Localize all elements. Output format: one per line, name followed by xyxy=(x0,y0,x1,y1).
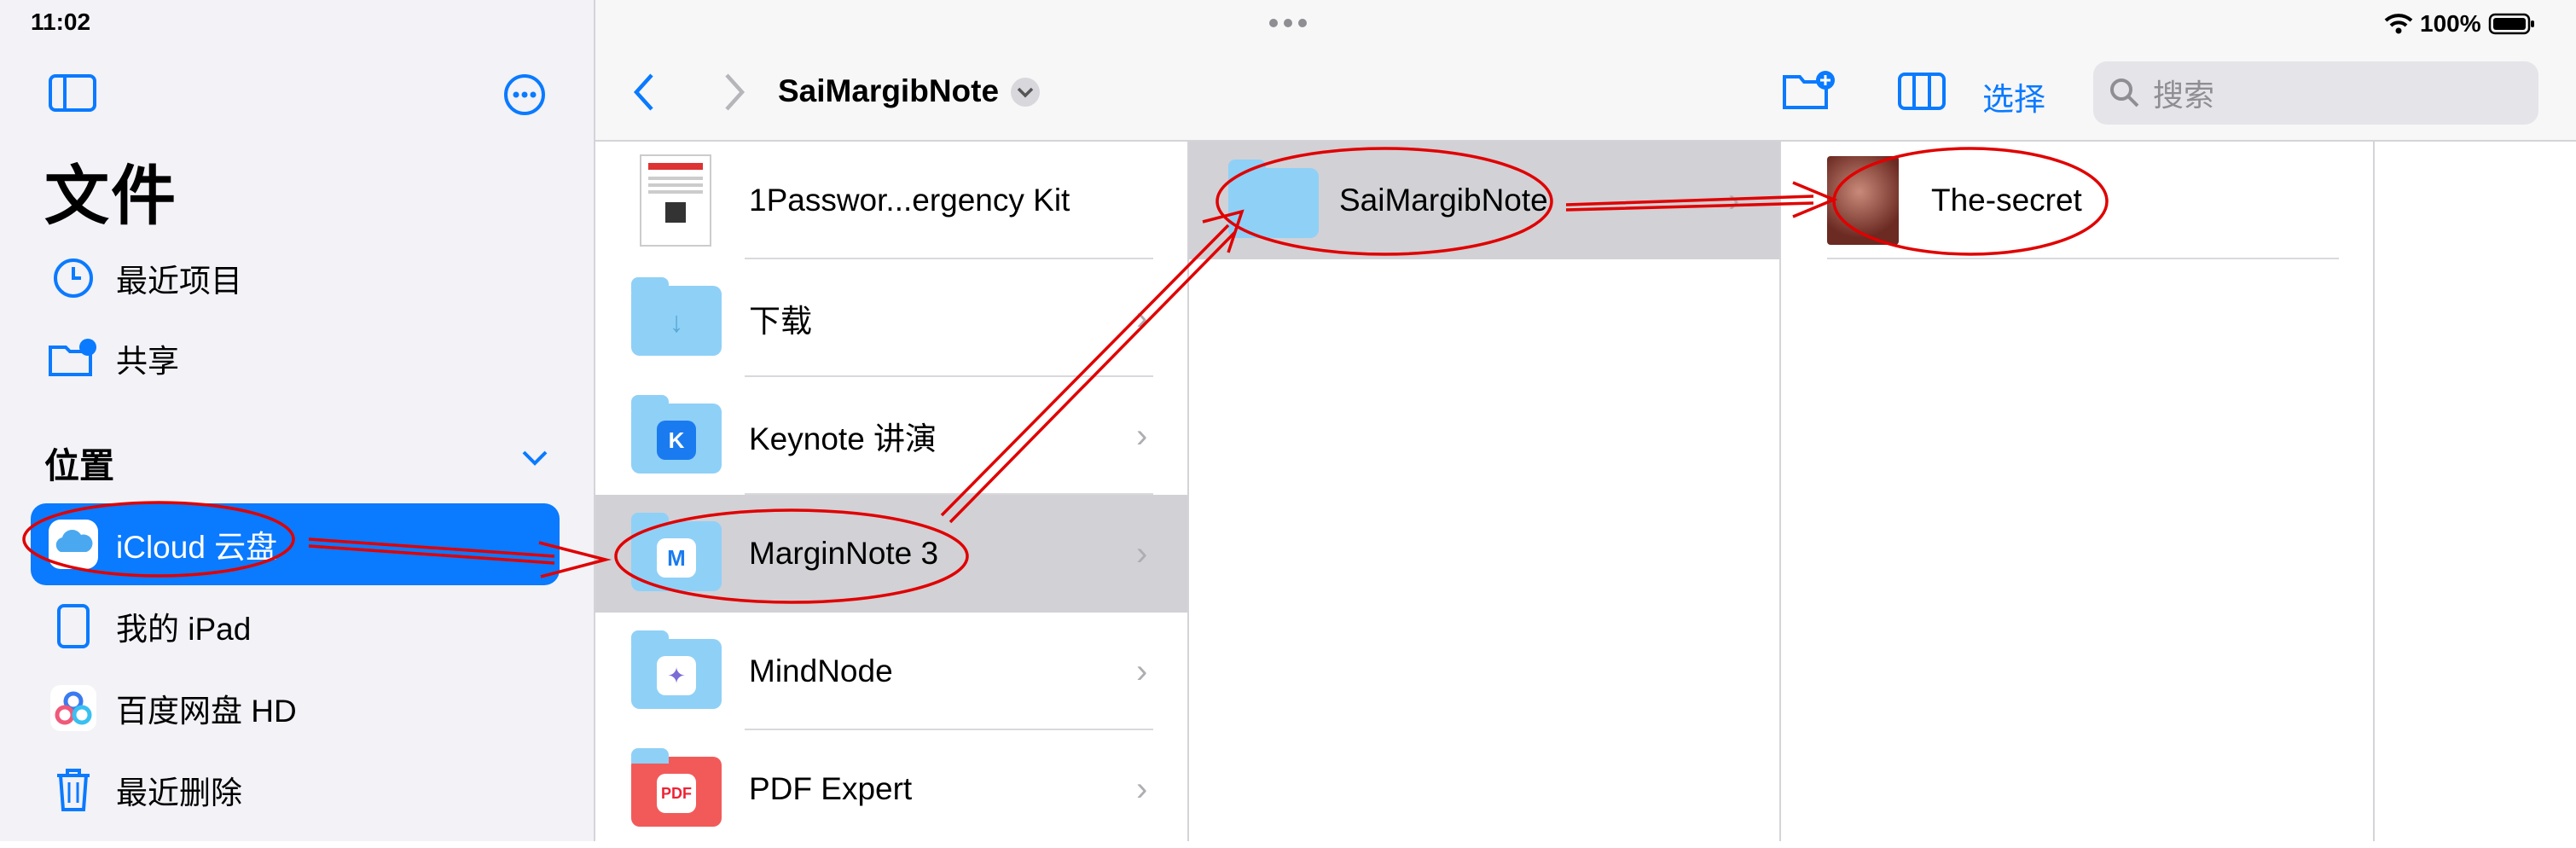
select-button[interactable]: 选择 xyxy=(1982,73,2045,119)
folder-name: MindNode xyxy=(749,653,893,688)
folder-name: Keynote 讲演 xyxy=(749,421,937,456)
clock-icon xyxy=(31,257,116,299)
sidebar-item-label: 共享 xyxy=(116,344,179,379)
sidebar-item-shared[interactable]: 共享 xyxy=(31,317,560,399)
ipad-icon xyxy=(31,603,116,649)
chevron-right-icon: › xyxy=(1136,534,1148,572)
chevron-down-icon[interactable] xyxy=(520,447,549,472)
sidebar-item-recently-deleted[interactable]: 最近删除 xyxy=(31,749,560,831)
battery-icon xyxy=(2488,13,2534,35)
browser-column-2: SaiMargibNote › xyxy=(1189,142,1781,841)
sidebar-item-label: 最近项目 xyxy=(116,264,242,299)
sidebar-item-label: iCloud 云盘 xyxy=(116,530,278,565)
status-time: 11:02 xyxy=(31,9,91,35)
file-row-the-secret[interactable]: The-secret xyxy=(1781,142,2373,259)
chevron-right-icon: › xyxy=(1136,770,1148,808)
more-options-icon[interactable] xyxy=(503,73,546,120)
sidebar-item-label: 我的 iPad xyxy=(116,612,252,647)
keynote-app-icon: K xyxy=(657,421,696,460)
folder-name: 下载 xyxy=(749,304,812,339)
folder-icon xyxy=(1228,160,1322,240)
sidebar-toggle-icon[interactable] xyxy=(48,73,97,117)
folder-icon: PDF xyxy=(631,748,725,828)
folder-icon: K xyxy=(631,395,725,475)
search-field[interactable]: 搜索 xyxy=(2093,61,2538,125)
sidebar-item-label: 百度网盘 HD xyxy=(116,694,297,729)
chevron-right-icon: › xyxy=(1728,181,1740,219)
status-icons: 100% xyxy=(2384,10,2536,38)
sidebar-item-label: 最近删除 xyxy=(116,775,242,810)
column-view-icon[interactable] xyxy=(1897,72,1947,115)
folder-row-downloads[interactable]: ↓ 下载 › xyxy=(595,259,1187,377)
row-divider xyxy=(1827,258,2339,259)
search-icon xyxy=(2110,78,2139,107)
sidebar-item-recents[interactable]: 最近项目 xyxy=(31,237,560,319)
download-arrow-icon: ↓ xyxy=(669,305,684,339)
trash-icon xyxy=(31,767,116,813)
folder-title[interactable]: SaiMargibNote xyxy=(778,73,999,109)
folder-icon: ↓ xyxy=(631,277,725,357)
toolbar: 100% SaiMargibNote 选择 搜索 xyxy=(595,0,2576,142)
file-name: 1Passwor...ergency Kit xyxy=(749,183,1070,218)
folder-icon: ✦ xyxy=(631,630,725,711)
sidebar-item-icloud[interactable]: iCloud 云盘 xyxy=(31,503,560,585)
marginnote-app-icon: M xyxy=(657,538,696,578)
file-row-1password[interactable]: 1Passwor...ergency Kit xyxy=(595,142,1187,259)
sidebar: 11:02 文件 最近项目 共享 位置 iCloud 云盘 我的 iPad 百度… xyxy=(0,0,595,841)
folder-row-saimargibnote[interactable]: SaiMargibNote › xyxy=(1189,142,1779,259)
sidebar-item-my-ipad[interactable]: 我的 iPad xyxy=(31,585,560,667)
folder-name: MarginNote 3 xyxy=(749,536,939,571)
folder-row-pdf-expert[interactable]: PDF PDF Expert › xyxy=(595,730,1187,848)
battery-percent: 100% xyxy=(2420,10,2481,37)
title-menu-chevron-icon[interactable] xyxy=(1010,77,1041,112)
locations-header: 位置 xyxy=(44,446,114,485)
baidu-netdisk-icon xyxy=(31,683,116,733)
folder-icon: M xyxy=(631,513,725,593)
forward-button[interactable] xyxy=(723,72,746,117)
folder-row-mindnode[interactable]: ✦ MindNode › xyxy=(595,613,1187,730)
multitasking-dots-icon[interactable] xyxy=(1268,17,1308,33)
icloud-icon xyxy=(31,518,116,571)
shared-folder-icon xyxy=(31,337,116,380)
document-thumbnail xyxy=(631,154,725,247)
browser-column-1: 1Passwor...ergency Kit ↓ 下载 › K Keynote … xyxy=(595,142,1189,841)
page-title: 文件 xyxy=(44,160,177,233)
file-name: The-secret xyxy=(1931,183,2082,218)
image-thumbnail xyxy=(1827,156,1899,245)
folder-row-keynote[interactable]: K Keynote 讲演 › xyxy=(595,377,1187,495)
back-button[interactable] xyxy=(633,72,655,117)
chevron-right-icon: › xyxy=(1136,299,1148,337)
search-placeholder: 搜索 xyxy=(2153,78,2215,113)
browser-column-3: The-secret xyxy=(1781,142,2375,841)
pdf-expert-app-icon: PDF xyxy=(657,774,696,813)
wifi-icon xyxy=(2384,14,2413,34)
folder-row-marginnote[interactable]: M MarginNote 3 › xyxy=(595,495,1187,613)
mindnode-app-icon: ✦ xyxy=(657,656,696,695)
chevron-right-icon: › xyxy=(1136,652,1148,690)
folder-name: SaiMargibNote xyxy=(1339,183,1548,218)
new-folder-icon[interactable] xyxy=(1781,68,1836,117)
chevron-right-icon: › xyxy=(1136,416,1148,455)
sidebar-item-baidu[interactable]: 百度网盘 HD xyxy=(31,667,560,749)
folder-name: PDF Expert xyxy=(749,771,913,806)
